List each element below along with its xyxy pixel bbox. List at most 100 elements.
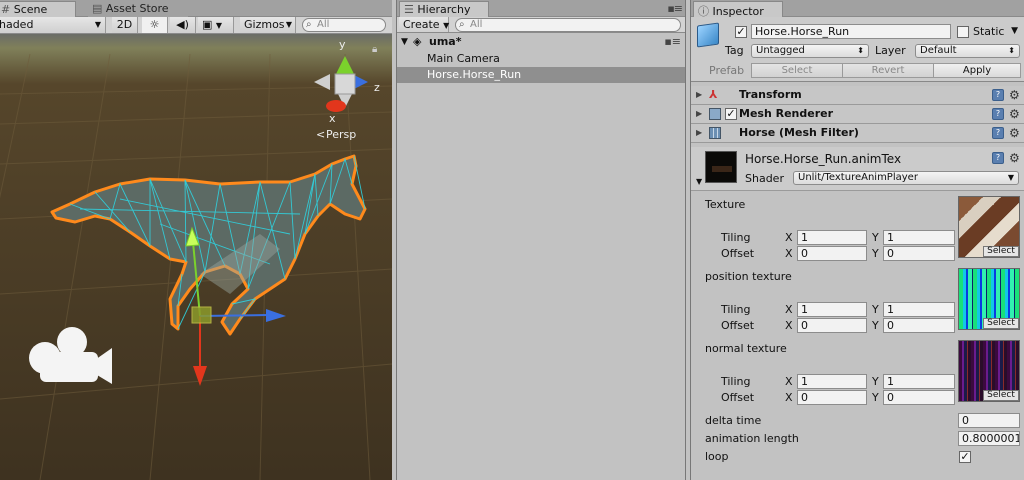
texture-thumbnail[interactable]: Select bbox=[958, 340, 1020, 402]
tiling-y-field[interactable]: 1 bbox=[883, 374, 955, 389]
prefab-revert-button[interactable]: Revert bbox=[842, 63, 934, 78]
y-label: Y bbox=[872, 375, 879, 388]
material-preview-thumb bbox=[705, 151, 737, 183]
tiling-x-field[interactable]: 1 bbox=[797, 302, 867, 317]
tiling-x-field[interactable]: 1 bbox=[797, 374, 867, 389]
tiling-x-field[interactable]: 1 bbox=[797, 230, 867, 245]
scene-menu-icon[interactable]: ▪≡ bbox=[664, 34, 681, 50]
updown-arrows-icon: ⬍ bbox=[1008, 46, 1015, 55]
tag-dropdown[interactable]: Untagged ⬍ bbox=[751, 44, 869, 58]
texture-select-button[interactable]: Select bbox=[983, 246, 1019, 257]
effects-dropdown[interactable]: ▣ ▼ bbox=[198, 17, 234, 33]
shading-mode-dropdown[interactable]: Shaded ▼ bbox=[0, 17, 106, 33]
material-header: ▼ Horse.Horse_Run.animTex ? ⚙ Shader Unl… bbox=[691, 147, 1024, 191]
chevron-down-icon[interactable]: ▼ bbox=[1011, 26, 1018, 36]
scene-search-input[interactable]: ⌕ All bbox=[302, 18, 386, 32]
gear-icon[interactable]: ⚙ bbox=[1009, 108, 1021, 120]
prefab-select-button[interactable]: Select bbox=[751, 63, 843, 78]
gear-icon[interactable]: ⚙ bbox=[1009, 152, 1021, 164]
component-mesh-renderer[interactable]: ▶ ✓ Mesh Renderer ? ⚙ bbox=[691, 105, 1024, 124]
texture-thumbnail[interactable]: Select bbox=[958, 268, 1020, 330]
fold-closed-icon[interactable]: ▶ bbox=[696, 124, 702, 142]
tag-value: Untagged bbox=[756, 45, 805, 56]
gear-icon[interactable]: ⚙ bbox=[1009, 127, 1021, 139]
offset-x-field[interactable]: 0 bbox=[797, 318, 867, 333]
help-icon[interactable]: ? bbox=[992, 152, 1004, 164]
gizmos-dropdown[interactable]: Gizmos ▼ bbox=[240, 17, 296, 33]
fold-closed-icon[interactable]: ▶ bbox=[696, 105, 702, 123]
delta-time-label: delta time bbox=[705, 414, 762, 427]
tiling-y-field[interactable]: 1 bbox=[883, 230, 955, 245]
texture-property-normal: normal texture Tiling X 1 Y 1 Offset X 0… bbox=[691, 340, 1024, 406]
z-axis-arrow[interactable] bbox=[266, 309, 286, 322]
hierarchy-item-horse-horse-run[interactable]: Horse.Horse_Run bbox=[397, 67, 685, 83]
panel-menu-icon[interactable]: ▪≡ bbox=[667, 2, 683, 15]
animation-length-field[interactable]: 0.8000001 bbox=[958, 431, 1020, 446]
offset-label: Offset bbox=[721, 319, 755, 332]
offset-y-field[interactable]: 0 bbox=[883, 246, 955, 261]
audio-toggle[interactable]: ◀) bbox=[170, 17, 196, 33]
x-axis-arrow[interactable] bbox=[193, 366, 207, 386]
inspector-panel: ⓘ Inspector ✓ Horse.Horse_Run Static ▼ T… bbox=[690, 0, 1024, 480]
help-icon[interactable]: ? bbox=[992, 89, 1004, 101]
texture-thumbnail[interactable]: Select bbox=[958, 196, 1020, 258]
loop-checkbox[interactable]: ✓ bbox=[959, 451, 971, 463]
tiling-y-field[interactable]: 1 bbox=[883, 302, 955, 317]
mesh-renderer-enabled-checkbox[interactable]: ✓ bbox=[725, 108, 737, 120]
tiling-label: Tiling bbox=[721, 231, 751, 244]
texture-select-button[interactable]: Select bbox=[983, 390, 1019, 401]
active-checkbox[interactable]: ✓ bbox=[735, 26, 747, 38]
search-icon: ⌕ bbox=[459, 19, 465, 30]
component-transform[interactable]: ▶ ⅄ Transform ? ⚙ bbox=[691, 86, 1024, 105]
prefab-apply-button[interactable]: Apply bbox=[933, 63, 1021, 78]
perspective-label[interactable]: Persp bbox=[326, 128, 356, 141]
hierarchy-search-input[interactable]: ⌕ All bbox=[455, 18, 681, 32]
texture-property-main: Texture Tiling X 1 Y 1 Offset X 0 Y 0 Se… bbox=[691, 196, 1024, 262]
shader-dropdown[interactable]: Unlit/TextureAnimPlayer ▼ bbox=[793, 171, 1019, 185]
plane-handle[interactable] bbox=[191, 306, 212, 324]
hierarchy-item-main-camera[interactable]: Main Camera bbox=[397, 51, 685, 67]
texture-name: position texture bbox=[705, 270, 792, 283]
component-mesh-filter[interactable]: ▶ Horse (Mesh Filter) ? ⚙ bbox=[691, 124, 1024, 143]
lock-icon[interactable]: 🔒︎ bbox=[372, 44, 377, 55]
tab-inspector[interactable]: ⓘ Inspector bbox=[693, 1, 783, 18]
fold-open-icon[interactable]: ▼ bbox=[696, 177, 702, 186]
tab-asset-store[interactable]: ▤ Asset Store bbox=[88, 1, 188, 17]
tab-hierarchy[interactable]: ☰ Hierarchy bbox=[399, 1, 489, 17]
gizmo-y-label: y bbox=[339, 38, 346, 51]
offset-x-field[interactable]: 0 bbox=[797, 246, 867, 261]
mode-2d-button[interactable]: 2D bbox=[112, 17, 138, 33]
offset-y-field[interactable]: 0 bbox=[883, 390, 955, 405]
lighting-toggle[interactable]: ☼ bbox=[142, 17, 168, 33]
component-name: Mesh Renderer bbox=[739, 107, 834, 120]
tab-scene[interactable]: # Scene bbox=[0, 1, 76, 17]
offset-x-field[interactable]: 0 bbox=[797, 390, 867, 405]
static-checkbox[interactable] bbox=[957, 26, 969, 38]
object-name-field[interactable]: Horse.Horse_Run bbox=[751, 24, 951, 39]
gear-icon[interactable]: ⚙ bbox=[1009, 89, 1021, 101]
fold-open-icon[interactable]: ▼ bbox=[401, 34, 408, 50]
scene-tabbar: # Scene ▤ Asset Store bbox=[0, 0, 392, 17]
chevron-down-icon: ▼ bbox=[443, 21, 450, 30]
help-icon[interactable]: ? bbox=[992, 108, 1004, 120]
scene-toolbar: Shaded ▼ 2D ☼ ◀) ▣ ▼ Gizmos ▼ ⌕ All bbox=[0, 17, 392, 34]
scene-viewport[interactable]: y z x < Persp 🔒︎ bbox=[0, 34, 392, 480]
create-dropdown[interactable]: Create ▼ bbox=[399, 17, 449, 32]
layer-dropdown[interactable]: Default ⬍ bbox=[915, 44, 1020, 58]
scene-root-row[interactable]: ▼ ◈ uma* ▪≡ bbox=[397, 34, 685, 50]
help-icon[interactable]: ? bbox=[992, 127, 1004, 139]
component-name: Transform bbox=[739, 88, 802, 101]
camera-gizmo-icon[interactable] bbox=[29, 327, 112, 384]
delta-time-field[interactable]: 0 bbox=[958, 413, 1020, 428]
offset-label: Offset bbox=[721, 391, 755, 404]
fold-closed-icon[interactable]: ▶ bbox=[696, 86, 702, 104]
offset-y-field[interactable]: 0 bbox=[883, 318, 955, 333]
chevron-down-icon: ▼ bbox=[94, 20, 101, 29]
orientation-gizmo[interactable]: y z x < Persp 🔒︎ bbox=[314, 38, 380, 141]
offset-label: Offset bbox=[721, 247, 755, 260]
texture-select-button[interactable]: Select bbox=[983, 318, 1019, 329]
chevron-down-icon: ▼ bbox=[1007, 173, 1014, 182]
y-label: Y bbox=[872, 303, 879, 316]
x-label: X bbox=[785, 231, 793, 244]
updown-arrows-icon: ⬍ bbox=[857, 46, 864, 55]
